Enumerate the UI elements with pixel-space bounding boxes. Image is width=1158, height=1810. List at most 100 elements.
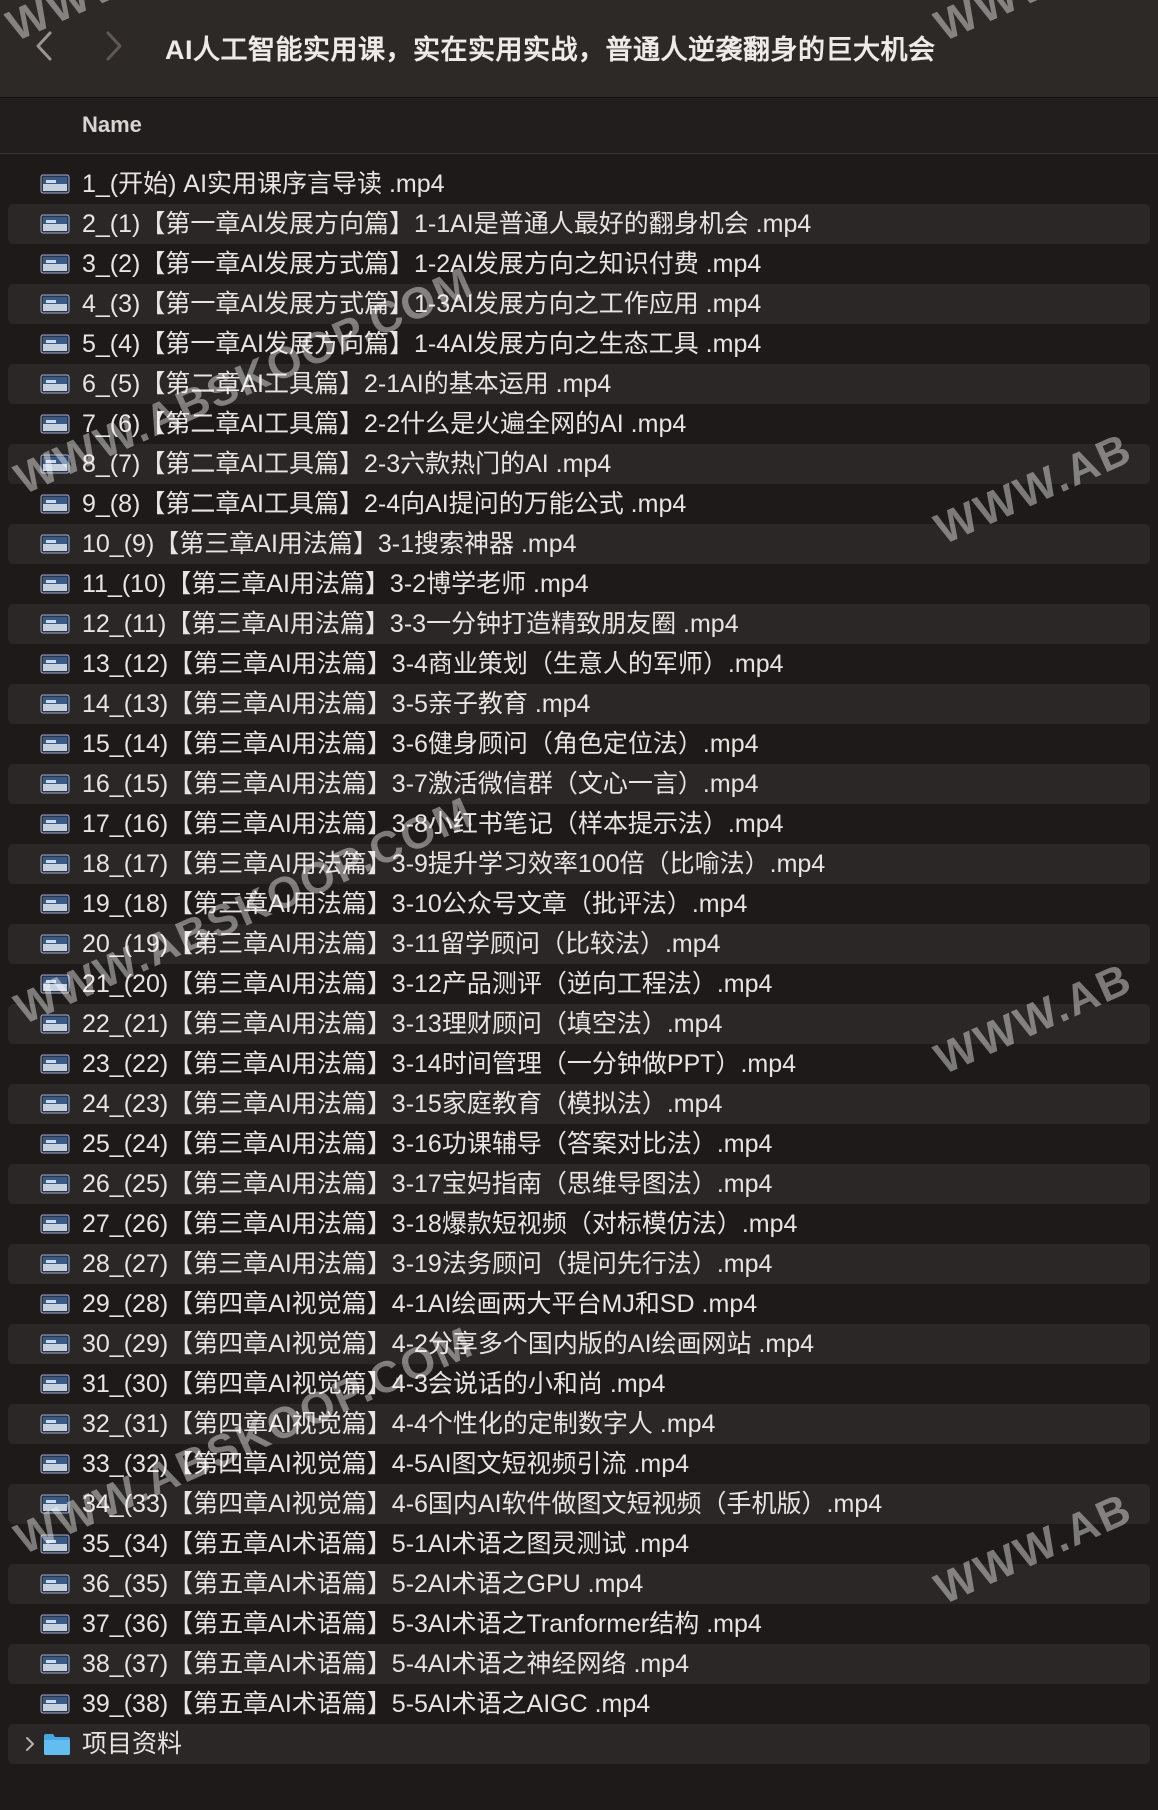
video-file-icon (40, 692, 70, 716)
file-name: 36_(35)【第五章AI术语篇】5-2AI术语之GPU .mp4 (82, 1570, 644, 1598)
file-row[interactable]: 25_(24)【第三章AI用法篇】3-16功课辅导（答案对比法）.mp4 (8, 1124, 1150, 1164)
video-file-icon (40, 894, 70, 914)
video-file-icon (40, 172, 70, 196)
file-name: 25_(24)【第三章AI用法篇】3-16功课辅导（答案对比法）.mp4 (82, 1130, 773, 1158)
video-file-icon (40, 1572, 70, 1596)
video-file-icon (40, 1172, 70, 1196)
file-row[interactable]: 14_(13)【第三章AI用法篇】3-5亲子教育 .mp4 (8, 684, 1150, 724)
video-file-icon (40, 1174, 70, 1194)
file-row[interactable]: 19_(18)【第三章AI用法篇】3-10公众号文章（批评法）.mp4 (8, 884, 1150, 924)
file-row[interactable]: 11_(10)【第三章AI用法篇】3-2博学老师 .mp4 (8, 564, 1150, 604)
video-file-icon (40, 1252, 70, 1276)
file-row[interactable]: 7_(6)【第二章AI工具篇】2-2什么是火遍全网的AI .mp4 (8, 404, 1150, 444)
file-row[interactable]: 15_(14)【第三章AI用法篇】3-6健身顾问（角色定位法）.mp4 (8, 724, 1150, 764)
file-row[interactable]: 6_(5)【第二章AI工具篇】2-1AI的基本运用 .mp4 (8, 364, 1150, 404)
file-name: 5_(4)【第一章AI发展方向篇】1-4AI发展方向之生态工具 .mp4 (82, 330, 762, 358)
file-row[interactable]: 34_(33)【第四章AI视觉篇】4-6国内AI软件做图文短视频（手机版）.mp… (8, 1484, 1150, 1524)
column-header-name[interactable]: Name (82, 112, 142, 138)
file-name: 38_(37)【第五章AI术语篇】5-4AI术语之神经网络 .mp4 (82, 1650, 690, 1678)
list-column-header: Name (0, 98, 1158, 154)
video-file-icon (40, 774, 70, 794)
video-file-icon (40, 1212, 70, 1236)
video-file-icon (40, 1254, 70, 1274)
file-name: 26_(25)【第三章AI用法篇】3-17宝妈指南（思维导图法）.mp4 (82, 1170, 773, 1198)
file-row[interactable]: 1_(开始) AI实用课序言导读 .mp4 (8, 164, 1150, 204)
file-row[interactable]: 26_(25)【第三章AI用法篇】3-17宝妈指南（思维导图法）.mp4 (8, 1164, 1150, 1204)
file-row[interactable]: 39_(38)【第五章AI术语篇】5-5AI术语之AIGC .mp4 (8, 1684, 1150, 1724)
file-row[interactable]: 5_(4)【第一章AI发展方向篇】1-4AI发展方向之生态工具 .mp4 (8, 324, 1150, 364)
file-row[interactable]: 27_(26)【第三章AI用法篇】3-18爆款短视频（对标模仿法）.mp4 (8, 1204, 1150, 1244)
video-file-icon (40, 1094, 70, 1114)
file-row[interactable]: 3_(2)【第一章AI发展方式篇】1-2AI发展方向之知识付费 .mp4 (8, 244, 1150, 284)
video-file-icon (40, 732, 70, 756)
folder-icon (44, 1734, 70, 1755)
file-name: 8_(7)【第二章AI工具篇】2-3六款热门的AI .mp4 (82, 450, 612, 478)
file-row[interactable]: 35_(34)【第五章AI术语篇】5-1AI术语之图灵测试 .mp4 (8, 1524, 1150, 1564)
file-name: 3_(2)【第一章AI发展方式篇】1-2AI发展方向之知识付费 .mp4 (82, 250, 762, 278)
video-file-icon (40, 412, 70, 436)
file-row[interactable]: 28_(27)【第三章AI用法篇】3-19法务顾问（提问先行法）.mp4 (8, 1244, 1150, 1284)
video-file-icon (40, 292, 70, 316)
video-file-icon (40, 654, 70, 674)
video-file-icon (40, 812, 70, 836)
video-file-icon (40, 492, 70, 516)
file-name: 1_(开始) AI实用课序言导读 .mp4 (82, 170, 445, 198)
file-row[interactable]: 21_(20)【第三章AI用法篇】3-12产品测评（逆向工程法）.mp4 (8, 964, 1150, 1004)
chevron-right-icon (106, 31, 122, 61)
file-name: 4_(3)【第一章AI发展方式篇】1-3AI发展方向之工作应用 .mp4 (82, 290, 762, 318)
video-file-icon (40, 572, 70, 596)
file-row[interactable]: 38_(37)【第五章AI术语篇】5-4AI术语之神经网络 .mp4 (8, 1644, 1150, 1684)
file-row[interactable]: 23_(22)【第三章AI用法篇】3-14时间管理（一分钟做PPT）.mp4 (8, 1044, 1150, 1084)
video-file-icon (40, 452, 70, 476)
back-button[interactable] (26, 26, 62, 66)
file-name: 39_(38)【第五章AI术语篇】5-5AI术语之AIGC .mp4 (82, 1690, 651, 1718)
file-row[interactable]: 32_(31)【第四章AI视觉篇】4-4个性化的定制数字人 .mp4 (8, 1404, 1150, 1444)
file-row[interactable]: 4_(3)【第一章AI发展方式篇】1-3AI发展方向之工作应用 .mp4 (8, 284, 1150, 324)
video-file-icon (40, 1292, 70, 1316)
file-name: 18_(17)【第三章AI用法篇】3-9提升学习效率100倍（比喻法）.mp4 (82, 850, 826, 878)
file-row[interactable]: 37_(36)【第五章AI术语篇】5-3AI术语之Tranformer结构 .m… (8, 1604, 1150, 1644)
video-file-icon (40, 1454, 70, 1474)
file-row[interactable]: 31_(30)【第四章AI视觉篇】4-3会说话的小和尚 .mp4 (8, 1364, 1150, 1404)
folder-icon (42, 1731, 72, 1757)
file-row[interactable]: 2_(1)【第一章AI发展方向篇】1-1AI是普通人最好的翻身机会 .mp4 (8, 204, 1150, 244)
video-file-icon (40, 1332, 70, 1356)
video-file-icon (40, 1294, 70, 1314)
video-file-icon (40, 1052, 70, 1076)
file-row[interactable]: 12_(11)【第三章AI用法篇】3-3一分钟打造精致朋友圈 .mp4 (8, 604, 1150, 644)
video-file-icon (40, 734, 70, 754)
video-file-icon (40, 1654, 70, 1674)
forward-button[interactable] (96, 26, 132, 66)
file-name: 13_(12)【第三章AI用法篇】3-4商业策划（生意人的军师）.mp4 (82, 650, 784, 678)
file-row[interactable]: 13_(12)【第三章AI用法篇】3-4商业策划（生意人的军师）.mp4 (8, 644, 1150, 684)
file-row[interactable]: 20_(19)【第三章AI用法篇】3-11留学顾问（比较法）.mp4 (8, 924, 1150, 964)
file-name: 20_(19)【第三章AI用法篇】3-11留学顾问（比较法）.mp4 (82, 930, 721, 958)
file-row[interactable]: 9_(8)【第二章AI工具篇】2-4向AI提问的万能公式 .mp4 (8, 484, 1150, 524)
file-row[interactable]: 24_(23)【第三章AI用法篇】3-15家庭教育（模拟法）.mp4 (8, 1084, 1150, 1124)
video-file-icon (40, 532, 70, 556)
folder-row[interactable]: 项目资料 (8, 1724, 1150, 1764)
file-row[interactable]: 18_(17)【第三章AI用法篇】3-9提升学习效率100倍（比喻法）.mp4 (8, 844, 1150, 884)
disclosure-triangle[interactable] (20, 1734, 40, 1754)
window-title: AI人工智能实用课，实在实用实战，普通人逆袭翻身的巨大机会 (165, 35, 936, 65)
file-row[interactable]: 36_(35)【第五章AI术语篇】5-2AI术语之GPU .mp4 (8, 1564, 1150, 1604)
file-row[interactable]: 33_(32)【第四章AI视觉篇】4-5AI图文短视频引流 .mp4 (8, 1444, 1150, 1484)
file-row[interactable]: 17_(16)【第三章AI用法篇】3-8小红书笔记（样本提示法）.mp4 (8, 804, 1150, 844)
file-name: 31_(30)【第四章AI视觉篇】4-3会说话的小和尚 .mp4 (82, 1370, 666, 1398)
file-row[interactable]: 16_(15)【第三章AI用法篇】3-7激活微信群（文心一言）.mp4 (8, 764, 1150, 804)
file-row[interactable]: 8_(7)【第二章AI工具篇】2-3六款热门的AI .mp4 (8, 444, 1150, 484)
video-file-icon (40, 174, 70, 194)
file-name: 2_(1)【第一章AI发展方向篇】1-1AI是普通人最好的翻身机会 .mp4 (82, 210, 812, 238)
file-row[interactable]: 30_(29)【第四章AI视觉篇】4-2分享多个国内版的AI绘画网站 .mp4 (8, 1324, 1150, 1364)
file-row[interactable]: 29_(28)【第四章AI视觉篇】4-1AI绘画两大平台MJ和SD .mp4 (8, 1284, 1150, 1324)
video-file-icon (40, 814, 70, 834)
file-row[interactable]: 22_(21)【第三章AI用法篇】3-13理财顾问（填空法）.mp4 (8, 1004, 1150, 1044)
file-name: 29_(28)【第四章AI视觉篇】4-1AI绘画两大平台MJ和SD .mp4 (82, 1290, 758, 1318)
window-titlebar: AI人工智能实用课，实在实用实战，普通人逆袭翻身的巨大机会 (0, 0, 1158, 98)
video-file-icon (40, 772, 70, 796)
video-file-icon (40, 454, 70, 474)
file-name: 30_(29)【第四章AI视觉篇】4-2分享多个国内版的AI绘画网站 .mp4 (82, 1330, 815, 1358)
file-name: 35_(34)【第五章AI术语篇】5-1AI术语之图灵测试 .mp4 (82, 1530, 690, 1558)
file-row[interactable]: 10_(9)【第三章AI用法篇】3-1搜索神器 .mp4 (8, 524, 1150, 564)
video-file-icon (40, 294, 70, 314)
